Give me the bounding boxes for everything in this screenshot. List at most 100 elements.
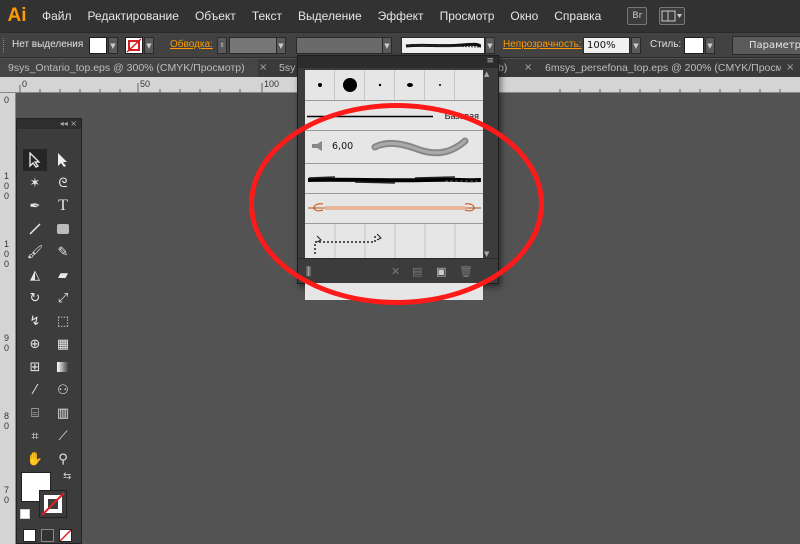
fill-swatch[interactable]	[89, 37, 107, 54]
calligraphic-brush-row	[305, 70, 483, 101]
ruler-label: 0	[4, 343, 10, 353]
variable-width-profile[interactable]	[296, 37, 391, 54]
warp-tool-icon[interactable]: ↯	[23, 310, 47, 332]
tab-third-fragment[interactable]: b)	[498, 59, 520, 77]
stroke-label[interactable]: Обводка:	[170, 39, 213, 50]
style-dropdown-icon[interactable]: ▼	[705, 37, 715, 54]
tab-ontario[interactable]: 9sys_Ontario_top.eps @ 300% (CMYK/Просмо…	[0, 59, 258, 77]
opacity-field[interactable]: 100%	[583, 37, 630, 54]
style-label: Стиль:	[650, 39, 682, 50]
free-transform-tool-icon[interactable]: ⬚	[51, 310, 75, 332]
menu-view[interactable]: Просмотр	[432, 0, 503, 32]
menu-select[interactable]: Выделение	[290, 0, 370, 32]
fill-dropdown-icon[interactable]: ▼	[108, 37, 118, 54]
ruler-label: 1	[4, 239, 10, 249]
menu-bar: Ai Файл Редактирование Объект Текст Выде…	[0, 0, 800, 32]
brush-dot-large[interactable]	[335, 70, 365, 100]
scroll-up-icon[interactable]: ▲	[484, 70, 489, 78]
menu-help[interactable]: Справка	[546, 0, 609, 32]
ruler-label: 0	[4, 421, 10, 431]
pencil-tool-icon[interactable]: ✎	[51, 241, 75, 263]
menu-window[interactable]: Окно	[502, 0, 546, 32]
ruler-label: 7	[4, 485, 10, 495]
ruler-label: 50	[140, 79, 151, 89]
vertical-ruler: 0 1 0 0 1 0 0 9 0 8 0 7 0 6 0	[0, 93, 16, 544]
brush-definition[interactable]	[401, 37, 485, 54]
close-icon[interactable]: ×	[786, 59, 794, 77]
color-mode-icon[interactable]	[23, 529, 36, 542]
stroke-weight-dropdown-icon[interactable]: ▼	[276, 37, 286, 54]
magic-wand-tool-icon[interactable]: ✶	[23, 172, 47, 194]
shape-builder-tool-icon[interactable]: ⊕	[23, 333, 47, 355]
paintbrush-tool-icon[interactable]: 🖌	[23, 241, 47, 263]
ruler-label: 0	[4, 259, 10, 269]
selection-status: Нет выделения	[12, 39, 84, 50]
gradient-tool-icon[interactable]	[51, 356, 75, 378]
ruler-label: 9	[4, 333, 10, 343]
panel-menu-icon[interactable]: ≡	[486, 56, 494, 66]
direct-selection-tool-icon[interactable]	[51, 149, 75, 171]
column-graph-tool-icon[interactable]: ▥	[51, 402, 75, 424]
stroke-weight-stepper[interactable]: ⇕	[217, 37, 227, 54]
tools-panel: ◂◂ × ✶ ᘓ ✒ T 🖌 ✎ ◭ ▰ ↻ ⤢ ↯ ⬚ ⊕ ▦ ⊞ ⁄ ⚇ ⌸…	[16, 118, 82, 544]
perspective-grid-tool-icon[interactable]: ▦	[51, 333, 75, 355]
rotate-tool-icon[interactable]: ↻	[23, 287, 47, 309]
ruler-label: 0	[4, 495, 10, 505]
rectangle-tool-icon[interactable]	[51, 218, 75, 240]
eyedropper-tool-icon[interactable]: ⁄	[23, 379, 47, 401]
gradient-mode-icon[interactable]	[41, 529, 54, 542]
style-swatch[interactable]	[684, 37, 704, 54]
menu-file[interactable]: Файл	[34, 0, 80, 32]
brushes-panel-header[interactable]: ≡	[298, 56, 498, 68]
close-icon[interactable]: ×	[524, 59, 532, 77]
none-mode-icon[interactable]	[59, 529, 72, 542]
hand-tool-icon[interactable]: ✋	[23, 448, 47, 470]
ruler-label: 100	[264, 79, 280, 89]
ruler-label: 1	[4, 171, 10, 181]
line-tool-icon[interactable]	[23, 218, 47, 240]
workspace-layout-icon[interactable]	[659, 7, 686, 25]
annotation-ellipse	[249, 103, 544, 305]
symbol-sprayer-tool-icon[interactable]: ⌸	[23, 402, 47, 424]
brush-dot-tiny[interactable]	[365, 70, 395, 100]
menu-object[interactable]: Объект	[187, 0, 244, 32]
close-icon[interactable]: ×	[259, 59, 267, 77]
bridge-button[interactable]: Br	[627, 7, 648, 25]
lasso-tool-icon[interactable]: ᘓ	[51, 172, 75, 194]
ruler-label: 0	[4, 249, 10, 259]
selection-tool-icon[interactable]	[23, 149, 47, 171]
opacity-dropdown-icon[interactable]: ▼	[631, 37, 641, 54]
mesh-tool-icon[interactable]: ⊞	[23, 356, 47, 378]
blend-tool-icon[interactable]: ⚇	[51, 379, 75, 401]
pen-tool-icon[interactable]: ✒	[23, 195, 47, 217]
menu-type[interactable]: Текст	[244, 0, 290, 32]
ruler-label: 0	[4, 191, 10, 201]
stroke-color-box[interactable]	[39, 490, 67, 518]
blob-brush-tool-icon[interactable]: ◭	[23, 264, 47, 286]
brush-dot-small[interactable]	[305, 70, 335, 100]
profile-dropdown-icon[interactable]: ▼	[382, 37, 392, 54]
zoom-tool-icon[interactable]: ⚲	[51, 448, 75, 470]
params-button[interactable]: Параметры	[732, 36, 800, 55]
tools-panel-header[interactable]: ◂◂ ×	[17, 119, 81, 129]
type-tool-icon[interactable]: T	[51, 195, 75, 217]
brush-dot-empty[interactable]	[455, 70, 483, 100]
app-logo: Ai	[7, 5, 27, 26]
stroke-swatch[interactable]	[125, 37, 143, 54]
menu-effect[interactable]: Эффект	[370, 0, 432, 32]
artboard-tool-icon[interactable]: ⌗	[23, 425, 47, 447]
brush-dot-point[interactable]	[425, 70, 455, 100]
eraser-tool-icon[interactable]: ▰	[51, 264, 75, 286]
tab-persefona[interactable]: 6msys_persefona_top.eps @ 200% (CMYK/Про…	[537, 59, 781, 77]
opacity-label[interactable]: Непрозрачность:	[503, 39, 582, 50]
menu-edit[interactable]: Редактирование	[80, 0, 187, 32]
ruler-label: 0	[22, 79, 28, 89]
stroke-dropdown-icon[interactable]: ▼	[144, 37, 154, 54]
default-colors-icon[interactable]	[20, 509, 30, 519]
slice-tool-icon[interactable]: ⟋	[51, 425, 75, 447]
swap-colors-icon[interactable]: ⇆	[63, 471, 71, 482]
brush-dot-oval[interactable]	[395, 70, 425, 100]
grip-icon	[3, 38, 6, 53]
scale-tool-icon[interactable]: ⤢	[51, 287, 75, 309]
brush-dropdown-icon[interactable]: ▼	[485, 37, 495, 54]
